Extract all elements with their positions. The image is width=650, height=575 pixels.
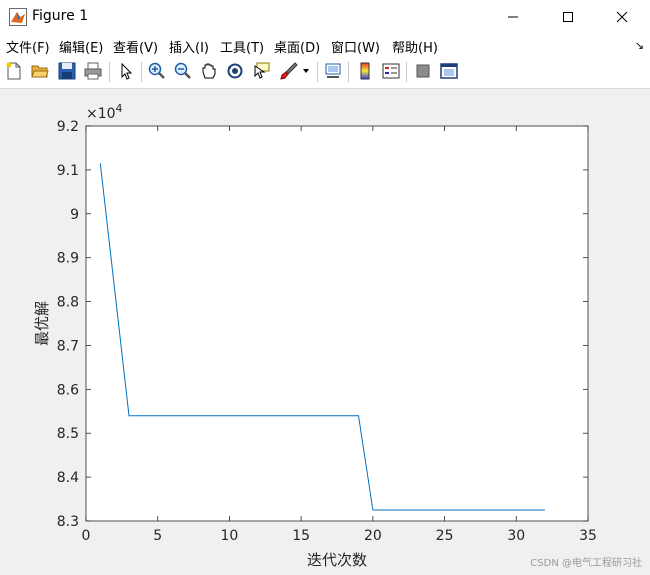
close-icon [616,11,628,23]
exponent-base: ×10 [86,106,116,122]
save-button[interactable] [56,60,78,82]
x-tick-label: 35 [579,528,597,544]
zoom-out-button[interactable] [172,60,194,82]
link-plot-button[interactable] [322,60,344,82]
toolbar-separator [109,62,110,82]
toolbar-separator [141,62,142,82]
chevron-down-icon [303,69,309,73]
menu-tools[interactable]: 工具(T) [220,37,264,56]
toolbar-separator [406,62,407,82]
link-plot-icon [325,63,341,78]
print-icon [84,62,102,80]
rotate-3d-icon [227,63,243,79]
data-cursor-icon [254,62,270,79]
x-tick-label: 30 [507,528,525,544]
line-chart: 0 5 10 15 20 25 30 35 8.3 8.4 8.5 8.6 8.7 8.8 8.9 9 9.1 9… [33,102,597,569]
exponent-power: 4 [116,102,123,115]
y-tick-label: 8.5 [57,426,79,442]
brush-dropdown[interactable] [300,60,312,82]
x-tick-label: 25 [436,528,454,544]
data-cursor-button[interactable] [250,60,272,82]
close-button[interactable] [599,0,645,34]
matlab-figure-icon [9,8,27,26]
open-file-button[interactable] [29,60,51,82]
save-icon [58,62,76,80]
insert-legend-icon [382,63,400,79]
watermark: CSDN @电气工程研习社 [530,558,642,569]
rotate-3d-button[interactable] [224,60,246,82]
brush-button[interactable] [278,60,300,82]
insert-colorbar-button[interactable] [354,60,376,82]
insert-colorbar-icon [360,62,370,80]
y-tick-label: 8.3 [57,514,79,530]
x-tick-label: 15 [292,528,310,544]
hide-plot-tools-icon [416,64,430,78]
maximize-icon [563,12,573,22]
edit-plot-button[interactable] [115,60,137,82]
show-plot-tools-button[interactable] [438,60,460,82]
new-figure-icon [6,62,21,80]
pan-button[interactable] [198,60,220,82]
menu-help[interactable]: 帮助(H) [392,37,438,56]
pan-icon [202,63,216,79]
y-tick-label: 9.2 [57,119,79,135]
dock-arrow-icon[interactable]: ↘ [635,39,644,52]
menu-file[interactable]: 文件(F) [6,37,50,56]
toolbar-separator [317,62,318,82]
toolbar [0,56,650,89]
new-figure-button[interactable] [3,60,25,82]
figure-canvas: 0 5 10 15 20 25 30 35 8.3 8.4 8.5 8.6 8.7 8.8 8.9 9 9.1 9… [0,89,650,575]
toolbar-separator [348,62,349,82]
window-title: Figure 1 [32,8,89,24]
menu-view[interactable]: 查看(V) [113,37,158,56]
y-tick-label: 8.7 [57,338,79,354]
zoom-in-button[interactable] [146,60,168,82]
show-plot-tools-icon [440,63,458,79]
menu-desktop[interactable]: 桌面(D) [274,37,320,56]
y-tick-label: 9.1 [57,163,79,179]
y-tick-label: 8.6 [57,382,79,398]
x-tick-label: 20 [364,528,382,544]
plot-area [86,126,588,521]
y-tick-label: 8.9 [57,251,79,267]
hide-plot-tools-button[interactable] [412,60,434,82]
print-button[interactable] [82,60,104,82]
y-axis-label: 最优解 [33,301,51,346]
x-axis-label: 迭代次数 [307,551,367,569]
menu-insert[interactable]: 插入(I) [169,37,209,56]
x-tick-label: 5 [153,528,162,544]
x-tick-label: 0 [82,528,91,544]
open-file-icon [31,65,49,78]
insert-legend-button[interactable] [380,60,402,82]
menu-window[interactable]: 窗口(W) [331,37,380,56]
minimize-button[interactable] [490,0,536,34]
brush-icon [280,62,298,80]
y-tick-label: 8.8 [57,295,79,311]
zoom-in-icon [148,62,165,79]
y-exponent-label: ×104 [86,102,123,122]
y-tick-label: 8.4 [57,470,79,486]
x-tick-label: 10 [221,528,239,544]
menu-edit[interactable]: 编辑(E) [59,37,103,56]
minimize-icon [508,16,518,18]
maximize-button[interactable] [545,0,591,34]
menu-bar: 文件(F) 编辑(E) 查看(V) 插入(I) 工具(T) 桌面(D) 窗口(W… [0,34,650,56]
edit-plot-icon [121,62,133,80]
y-tick-label: 9 [70,207,79,223]
title-bar: Figure 1 [0,0,650,34]
zoom-out-icon [174,62,191,79]
